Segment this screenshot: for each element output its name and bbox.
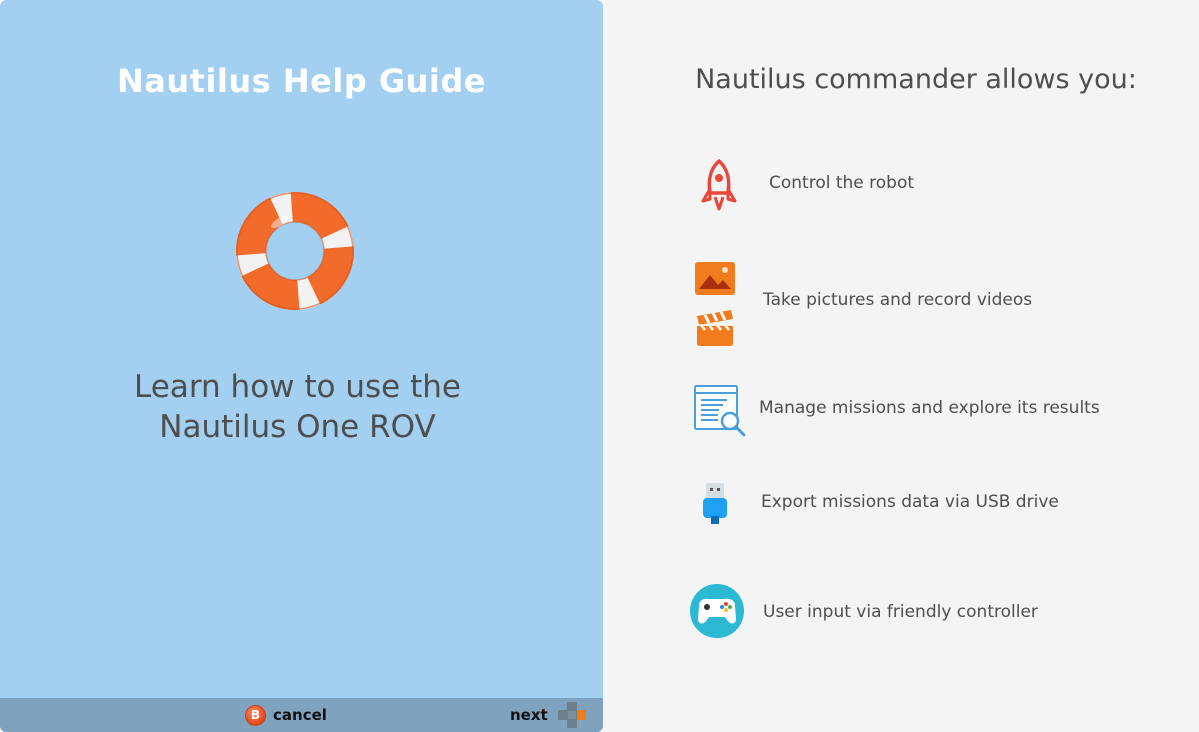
rocket-icon: [701, 159, 737, 211]
feature-label: Export missions data via USB drive: [761, 492, 1059, 512]
dpad-icon: [557, 702, 586, 728]
guide-title: Nautilus Help Guide: [117, 62, 486, 100]
features-panel: Nautilus commander allows you: Control t…: [603, 0, 1199, 732]
cancel-button[interactable]: B cancel: [245, 704, 327, 726]
features-heading: Nautilus commander allows you:: [695, 64, 1137, 95]
feature-label: Take pictures and record videos: [763, 290, 1033, 310]
document-search-icon: [694, 385, 746, 437]
intro-line-1: Learn how to use the: [134, 369, 461, 405]
bottom-action-bar: B cancel next: [0, 698, 603, 732]
next-label: next: [510, 706, 548, 724]
picture-icon: [695, 262, 735, 295]
feature-label: Manage missions and explore its results: [759, 398, 1100, 418]
gamepad-icon: [690, 584, 744, 638]
help-guide-panel: Nautilus Help Guide Learn how to use the…: [0, 0, 603, 732]
feature-label: Control the robot: [769, 173, 915, 193]
usb-drive-icon: [703, 483, 727, 524]
feature-label: User input via friendly controller: [763, 602, 1038, 622]
intro-line-2: Nautilus One ROV: [159, 409, 436, 445]
cancel-label: cancel: [273, 706, 327, 724]
intro-text: Learn how to use the Nautilus One ROV: [0, 367, 595, 447]
clapperboard-icon: [697, 310, 733, 346]
lifebuoy-icon: [236, 192, 354, 310]
next-button[interactable]: next: [510, 702, 586, 728]
b-button-icon: B: [245, 704, 266, 726]
